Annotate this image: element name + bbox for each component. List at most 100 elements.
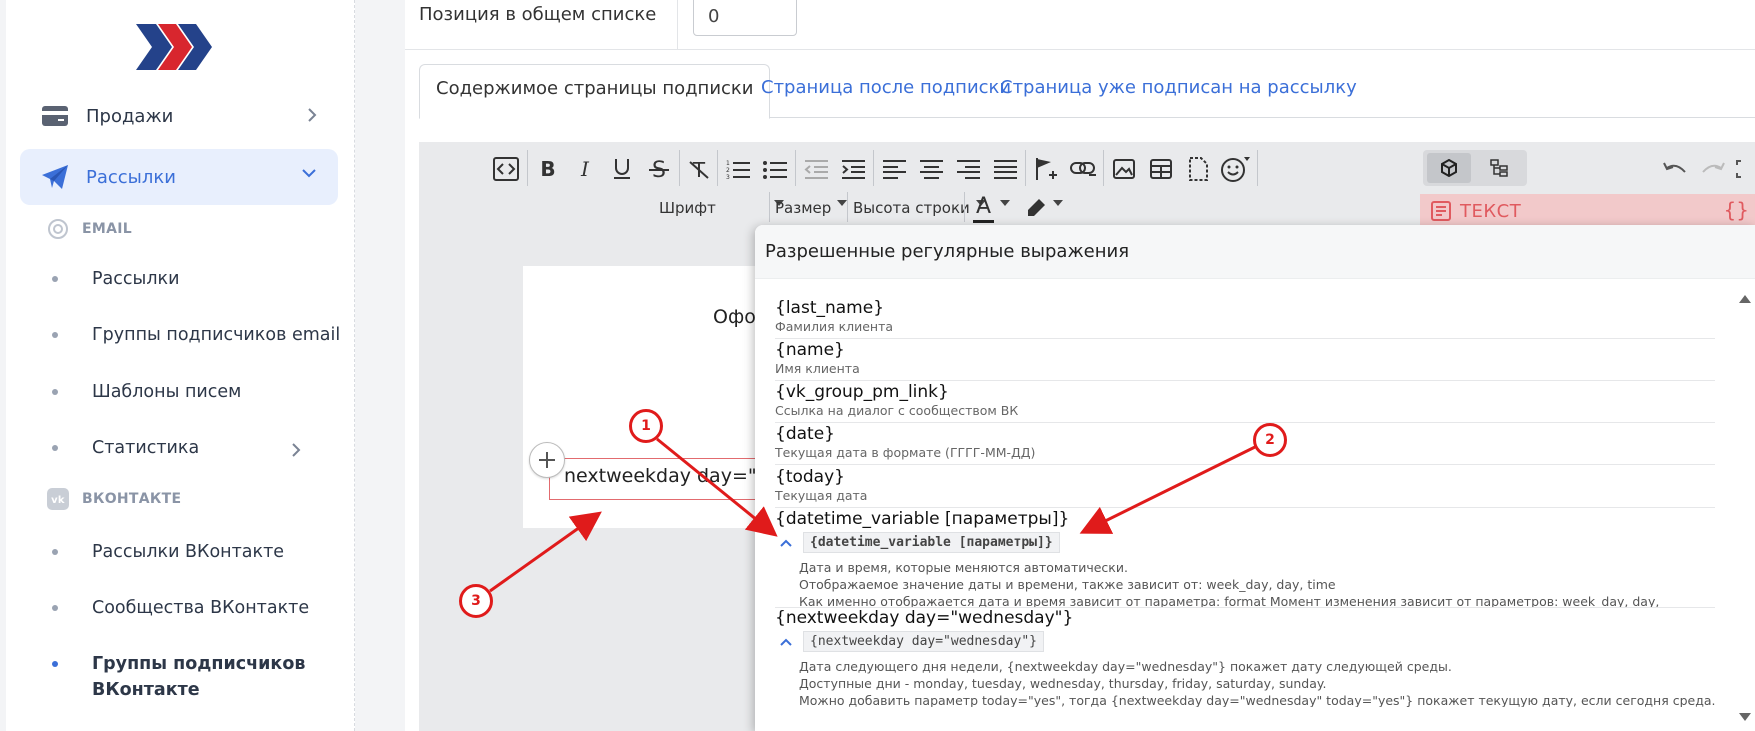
annotation-badge-2: 2 bbox=[1253, 423, 1287, 457]
add-block-button[interactable] bbox=[529, 442, 565, 478]
svg-text:2: 2 bbox=[726, 167, 730, 174]
vk-icon: vk bbox=[46, 487, 70, 511]
sidebar-subitem-statistics[interactable]: Статистика bbox=[52, 435, 342, 461]
card-icon bbox=[40, 101, 70, 131]
subitem-label: Шаблоны писем bbox=[92, 382, 242, 402]
variable-entry[interactable]: {last_name} Фамилия клиента bbox=[775, 297, 1715, 339]
variable-entry[interactable]: {vk_group_pm_link} Ссылка на диалог с со… bbox=[775, 381, 1715, 423]
variables-button[interactable]: {} bbox=[1724, 198, 1749, 222]
align-justify-icon[interactable] bbox=[988, 152, 1022, 186]
subitem-label: Статистика bbox=[92, 438, 200, 458]
code-snippet[interactable]: {nextweekday day="wednesday"} bbox=[803, 631, 1044, 652]
ordered-list-icon[interactable]: 123 bbox=[721, 152, 755, 186]
clear-format-icon[interactable]: T bbox=[682, 152, 716, 186]
sidebar-subitem-vk-communities[interactable]: Сообщества ВКонтакте bbox=[52, 595, 342, 621]
fullscreen-icon[interactable] bbox=[1735, 152, 1755, 186]
bullet bbox=[52, 549, 58, 555]
italic-icon[interactable]: I bbox=[568, 152, 602, 186]
outdent-icon[interactable] bbox=[799, 152, 833, 186]
sidebar-subitem-email-groups[interactable]: Группы подписчиков email bbox=[52, 322, 342, 348]
variable-long-desc: Дата следующего дня недели, {nextweekday… bbox=[799, 658, 1715, 707]
tree-view-button[interactable] bbox=[1477, 153, 1521, 183]
text-block-icon bbox=[1431, 201, 1451, 221]
block-view-button[interactable] bbox=[1427, 153, 1471, 183]
indent-icon[interactable] bbox=[836, 152, 870, 186]
variable-name: {nextweekday day="wednesday"} bbox=[775, 608, 1074, 628]
desc-line: Можно добавить параметр today="yes", тог… bbox=[799, 693, 1715, 707]
bold-icon[interactable]: B bbox=[531, 152, 565, 186]
sidebar-item-sales[interactable]: Продажи bbox=[20, 88, 338, 144]
subitem-label: Группы подписчиков ВКонтакте bbox=[92, 654, 306, 700]
sidebar-subitem-templates[interactable]: Шаблоны писем bbox=[52, 379, 342, 405]
desc-line: Дата следующего дня недели, {nextweekday… bbox=[799, 659, 1452, 674]
text-block-bar[interactable]: ТЕКСТ {} bbox=[1420, 194, 1755, 228]
text-block-label: ТЕКСТ bbox=[1460, 200, 1522, 222]
variable-entry[interactable]: {date} Текущая дата в формате (ГГГГ-ММ-Д… bbox=[775, 423, 1715, 465]
divider bbox=[677, 0, 678, 50]
variable-entry[interactable]: {name} Имя клиента bbox=[775, 339, 1715, 381]
chevron-up-icon[interactable] bbox=[775, 633, 797, 651]
desc-line: Как именно отображается дата и время зав… bbox=[799, 594, 1660, 608]
size-dropdown[interactable]: Размер bbox=[775, 194, 848, 222]
tab-subscription-content[interactable]: Содержимое страницы подписки bbox=[419, 64, 771, 119]
link-icon[interactable] bbox=[1066, 152, 1100, 186]
emoji-icon[interactable] bbox=[1218, 152, 1252, 186]
sidebar-subitem-vk-mailings[interactable]: Рассылки ВКонтакте bbox=[52, 539, 342, 565]
code-view-icon[interactable] bbox=[489, 152, 523, 186]
toolbar-separator bbox=[847, 192, 848, 222]
variable-entry-datetime[interactable]: {datetime_variable [параметры]} {datetim… bbox=[775, 508, 1715, 608]
line-height-dropdown[interactable]: Высота строки bbox=[853, 194, 986, 222]
subitem-label: Рассылки ВКонтакте bbox=[92, 542, 285, 562]
position-label: Позиция в общем списке bbox=[419, 4, 657, 25]
sidebar-subitem-mailings[interactable]: Рассылки bbox=[52, 266, 342, 292]
variable-name: {name} bbox=[775, 340, 845, 360]
anchor-flag-icon[interactable] bbox=[1029, 152, 1063, 186]
logo[interactable] bbox=[136, 24, 214, 70]
unordered-list-icon[interactable] bbox=[758, 152, 792, 186]
cube-icon bbox=[1441, 159, 1457, 177]
align-center-icon[interactable] bbox=[914, 152, 948, 186]
align-right-icon[interactable] bbox=[951, 152, 985, 186]
sidebar-subitem-vk-groups[interactable]: Группы подписчиков ВКонтакте bbox=[52, 651, 342, 703]
align-left-icon[interactable] bbox=[877, 152, 911, 186]
scroll-down-arrow-icon[interactable] bbox=[1739, 713, 1751, 721]
chevron-down-icon bbox=[302, 169, 316, 178]
highlight-button[interactable] bbox=[1025, 194, 1063, 222]
tree-icon bbox=[1490, 159, 1508, 177]
desc-line: Отображаемое значение даты и времени, та… bbox=[799, 577, 1336, 592]
size-dropdown-label: Размер bbox=[775, 199, 832, 217]
table-icon[interactable] bbox=[1144, 152, 1178, 186]
chevron-up-icon[interactable] bbox=[775, 534, 797, 552]
undo-icon[interactable] bbox=[1657, 152, 1691, 186]
variable-long-desc: Дата и время, которые меняются автоматич… bbox=[799, 559, 1715, 608]
redo-icon[interactable] bbox=[1697, 152, 1731, 186]
position-input[interactable] bbox=[693, 0, 797, 36]
variable-name: {vk_group_pm_link} bbox=[775, 382, 949, 402]
variable-desc: Текущая дата в формате (ГГГГ-ММ-ДД) bbox=[775, 445, 1036, 460]
bullet bbox=[52, 661, 58, 667]
email-canvas: Офо nextweekday day="w bbox=[523, 266, 769, 528]
toolbar-separator bbox=[769, 192, 770, 222]
text-color-button[interactable]: A bbox=[973, 194, 1011, 223]
bullet bbox=[52, 389, 58, 395]
image-icon[interactable] bbox=[1107, 152, 1141, 186]
sidebar-item-label: Рассылки bbox=[86, 166, 176, 188]
bullet bbox=[52, 605, 58, 611]
underline-icon[interactable] bbox=[605, 152, 639, 186]
font-dropdown[interactable]: Шрифт bbox=[659, 194, 784, 222]
variable-entry[interactable]: {today} Текущая дата bbox=[775, 466, 1715, 508]
at-icon bbox=[46, 217, 70, 241]
sidebar-item-mailings[interactable]: Рассылки bbox=[20, 149, 338, 205]
selected-text-block[interactable]: nextweekday day="w bbox=[549, 458, 769, 500]
section-label: ВКОНТАКТЕ bbox=[82, 491, 182, 507]
toolbar-separator bbox=[1257, 150, 1258, 186]
code-line: {nextweekday day="wednesday"} bbox=[775, 631, 1715, 652]
code-snippet[interactable]: {datetime_variable [параметры]} bbox=[803, 532, 1060, 553]
variable-desc: Имя клиента bbox=[775, 361, 860, 376]
toolbar-separator bbox=[717, 150, 718, 186]
file-icon[interactable] bbox=[1181, 152, 1215, 186]
tab-already-subscribed[interactable]: Страница уже подписан на рассылку bbox=[984, 64, 1373, 119]
variable-entry-nextweekday[interactable]: {nextweekday day="wednesday"} {nextweekd… bbox=[775, 607, 1715, 707]
scroll-up-arrow-icon[interactable] bbox=[1739, 295, 1751, 303]
strikethrough-icon[interactable]: S bbox=[642, 152, 676, 186]
